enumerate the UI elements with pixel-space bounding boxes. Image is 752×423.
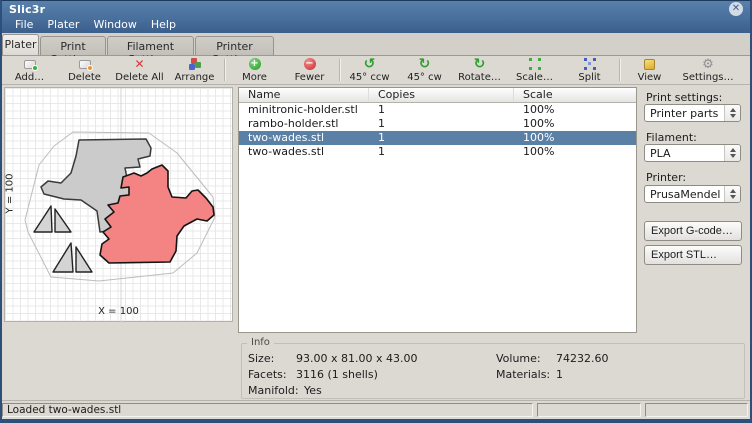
export-gcode-button[interactable]: Export G-code… (644, 221, 742, 241)
slic3r-window: Slic3r ✕ File Plater Window Help Plater … (0, 0, 752, 423)
print-settings-label: Print settings: (646, 91, 722, 104)
more-icon: + (249, 58, 261, 71)
tab-bar: Plater Print Settings Filament Settings … (0, 33, 752, 56)
settings-gear-icon: ⚙ (702, 58, 714, 71)
menu-window[interactable]: Window (86, 17, 143, 33)
menu-help[interactable]: Help (144, 17, 183, 33)
spinner-icon[interactable] (724, 145, 740, 161)
info-legend: Info (247, 337, 274, 348)
column-header-scale[interactable]: Scale (514, 88, 636, 102)
status-bar: Loaded two-wades.stl (0, 400, 752, 419)
close-icon[interactable]: ✕ (729, 2, 743, 16)
volume-label: Volume: (496, 352, 541, 365)
view-button[interactable]: View (622, 56, 677, 84)
rotate-cw-icon: ↻ (419, 58, 431, 71)
window-title: Slic3r (9, 3, 45, 16)
status-panel-3 (645, 403, 748, 417)
rotate-cw-button[interactable]: ↻ 45° cw (397, 56, 452, 84)
spinner-icon[interactable] (724, 105, 740, 121)
object-two-wades[interactable] (53, 243, 92, 272)
filament-label: Filament: (646, 131, 697, 144)
scale-icon (529, 58, 541, 71)
toolbar-separator (339, 59, 340, 81)
manifold-value: Yes (304, 384, 322, 397)
object-list: Name Copies Scale minitronic-holder.stl … (238, 87, 637, 333)
fewer-button[interactable]: − Fewer (282, 56, 337, 84)
tab-plater[interactable]: Plater (2, 34, 39, 55)
menu-bar: File Plater Window Help (0, 17, 183, 33)
add-icon (24, 58, 36, 71)
table-row[interactable]: rambo-holder.stl 1 100% (239, 117, 636, 131)
title-bar: Slic3r ✕ File Plater Window Help (0, 0, 752, 33)
table-row[interactable]: two-wades.stl 1 100% (239, 145, 636, 159)
delete-all-button[interactable]: ✕ Delete All (112, 56, 167, 84)
toolbar: Add… Delete ✕ Delete All Arrange + More … (0, 56, 752, 85)
rotate-ccw-icon: ↺ (364, 58, 376, 71)
object-rambo-holder[interactable] (34, 206, 71, 232)
delete-icon (79, 58, 91, 71)
view-icon (644, 58, 655, 71)
toolbar-separator (224, 59, 225, 81)
x-axis-label: X = 100 (5, 306, 232, 317)
split-icon (584, 58, 596, 71)
arrange-button[interactable]: Arrange (167, 56, 222, 84)
menu-file[interactable]: File (8, 17, 40, 33)
info-fieldset: Info Size: 93.00 x 81.00 x 43.00 Volume:… (241, 343, 745, 399)
more-button[interactable]: + More (227, 56, 282, 84)
add-button[interactable]: Add… (2, 56, 57, 84)
tab-print-settings[interactable]: Print Settings (40, 36, 106, 55)
facets-value: 3116 (1 shells) (296, 368, 378, 381)
toolbar-separator (619, 59, 620, 81)
volume-value: 74232.60 (556, 352, 609, 365)
settings-button[interactable]: ⚙ Settings… (677, 56, 739, 84)
printer-select[interactable]: PrusaMendel C (644, 185, 741, 203)
menu-plater[interactable]: Plater (40, 17, 86, 33)
spinner-icon[interactable] (724, 186, 740, 202)
arrange-icon (188, 58, 202, 71)
size-label: Size: (248, 352, 274, 365)
table-row-selected[interactable]: two-wades.stl 1 100% (239, 131, 636, 145)
object-list-header: Name Copies Scale (239, 88, 636, 103)
y-axis-label: Y = 100 (5, 164, 16, 224)
column-header-copies[interactable]: Copies (369, 88, 514, 102)
status-message: Loaded two-wades.stl (2, 403, 533, 417)
rotate-button[interactable]: ↻ Rotate… (452, 56, 507, 84)
size-value: 93.00 x 81.00 x 43.00 (296, 352, 417, 365)
rotate-ccw-button[interactable]: ↺ 45° ccw (342, 56, 397, 84)
print-settings-select[interactable]: Printer parts (644, 104, 741, 122)
split-button[interactable]: Split (562, 56, 617, 84)
delete-all-icon: ✕ (134, 58, 144, 71)
plate-canvas[interactable]: Y = 100 X = 100 (4, 87, 233, 322)
materials-value: 1 (556, 368, 563, 381)
facets-label: Facets: (248, 368, 287, 381)
materials-label: Materials: (496, 368, 550, 381)
plate-objects (5, 88, 234, 323)
rotate-icon: ↻ (474, 58, 486, 71)
fewer-icon: − (304, 58, 316, 71)
status-panel-2 (537, 403, 641, 417)
manifold-label: Manifold: (248, 384, 299, 397)
export-stl-button[interactable]: Export STL… (644, 245, 742, 265)
scale-button[interactable]: Scale… (507, 56, 562, 84)
column-header-name[interactable]: Name (239, 88, 369, 102)
tab-printer-settings[interactable]: Printer Settings (195, 36, 274, 55)
tab-filament-settings[interactable]: Filament Settings (107, 36, 194, 55)
printer-label: Printer: (646, 171, 686, 184)
table-row[interactable]: minitronic-holder.stl 1 100% (239, 103, 636, 117)
delete-button[interactable]: Delete (57, 56, 112, 84)
filament-select[interactable]: PLA (644, 144, 741, 162)
